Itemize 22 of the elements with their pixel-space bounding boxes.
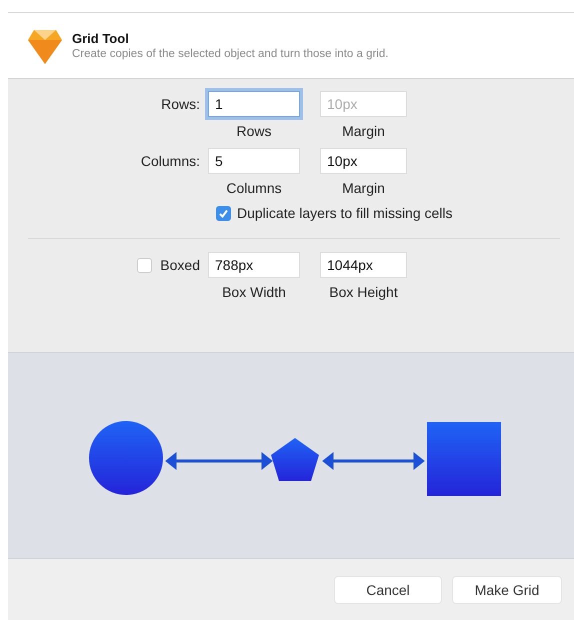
field-caption: Columns	[226, 180, 282, 196]
checkbox-label: Duplicate layers to fill missing cells	[237, 205, 453, 221]
checkbox[interactable]	[216, 206, 231, 220]
field-caption: Box Height	[329, 284, 398, 300]
make-grid-button[interactable]: Make Grid	[452, 576, 562, 604]
field-caption: Margin	[342, 123, 385, 139]
checkbox[interactable]	[137, 258, 152, 272]
number-field[interactable]: 1	[208, 91, 300, 117]
pentagon-shape	[271, 438, 319, 481]
width-field[interactable]: 788px	[208, 252, 300, 278]
dialog-subtitle: Create copies of the selected object and turn those into a grid.	[72, 48, 388, 60]
margin-field[interactable]: 10px	[320, 148, 407, 174]
field-caption: Rows	[236, 123, 272, 139]
height-field[interactable]: 1044px	[320, 252, 407, 278]
checkbox-label: Boxed	[160, 257, 200, 273]
field-caption: Margin	[342, 180, 385, 196]
number-field[interactable]: 5	[208, 148, 300, 174]
field-label: Columns:	[140, 153, 200, 169]
field-label: Rows:	[161, 96, 200, 112]
dialog-title: Grid Tool	[72, 31, 130, 46]
cancel-button[interactable]: Cancel	[334, 576, 442, 604]
field-caption: Box Width	[222, 284, 286, 300]
